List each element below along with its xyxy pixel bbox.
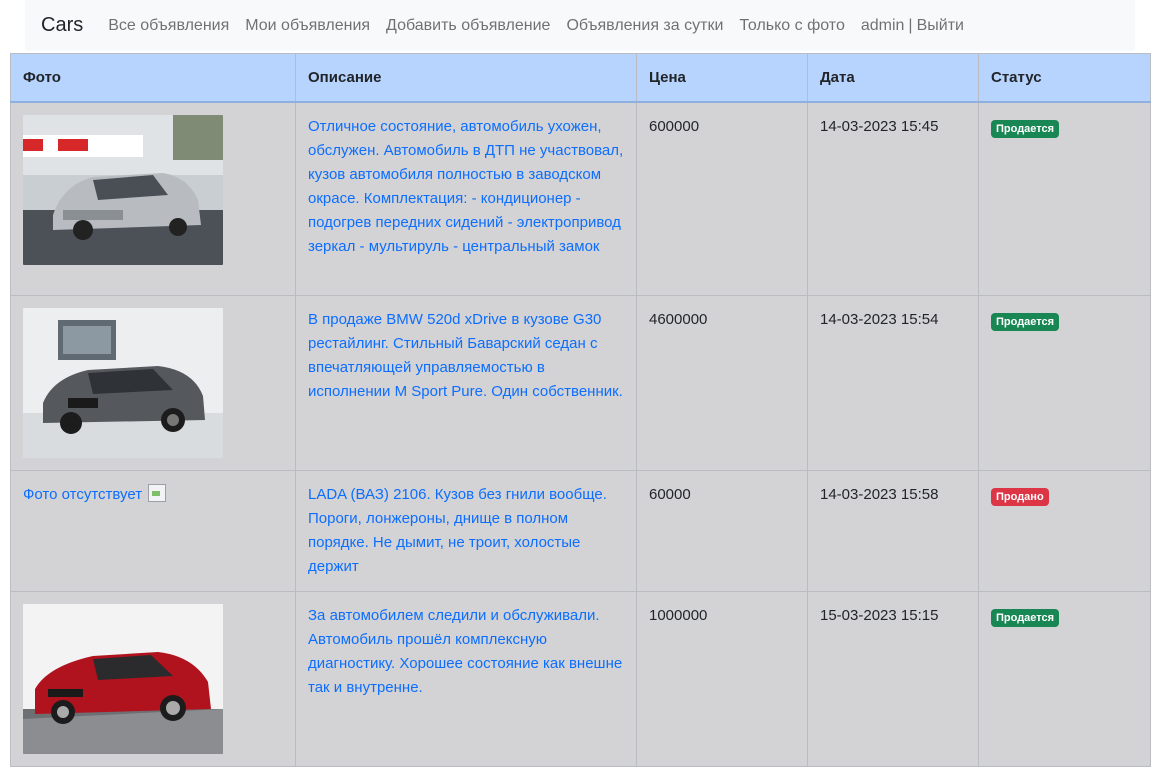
ads-table: Фото Описание Цена Дата Статус Отличное … [10,53,1151,767]
photo-cell [10,294,296,471]
ad-description-link[interactable]: Отличное состояние, автомобиль ухожен, о… [308,118,623,255]
status-badge: Продается [991,120,1060,138]
header-description: Описание [295,53,637,103]
price-cell: 4600000 [636,294,808,471]
no-photo-link[interactable]: Фото отсутствует [23,483,167,503]
date-cell: 14-03-2023 15:58 [807,469,979,592]
no-photo-text: Фото отсутствует [23,485,143,503]
date-cell: 14-03-2023 15:54 [807,294,979,471]
status-cell: Продается [978,590,1151,767]
car-photo-silver-hatchback[interactable] [23,115,223,265]
date-cell: 15-03-2023 15:15 [807,590,979,767]
status-badge: Продается [991,312,1060,331]
status-badge: Продается [991,608,1060,627]
nav-add-ad[interactable]: Добавить объявление [386,17,550,35]
header-price: Цена [636,53,808,103]
nav-with-photo[interactable]: Только с фото [739,17,844,35]
description-cell: В продаже BMW 520d xDrive в кузове G30 р… [295,294,637,471]
table-row: Отличное состояние, автомобиль ухожен, о… [10,101,1151,296]
car-photo-red-sedan[interactable] [23,603,223,754]
status-badge: Продано [991,487,1049,506]
table-row: Фото отсутствует LADA (ВАЗ) 2106. Кузов … [10,469,1151,592]
nav-separator: | [908,16,913,34]
description-cell: Отличное состояние, автомобиль ухожен, о… [295,101,637,296]
ad-description-link[interactable]: В продаже BMW 520d xDrive в кузове G30 р… [308,311,623,400]
logout-link[interactable]: Выйти [917,17,964,35]
nav-my-ads[interactable]: Мои объявления [245,17,370,35]
table-row: За автомобилем следили и обслуживали. Ав… [10,590,1151,767]
description-cell: LADA (ВАЗ) 2106. Кузов без гнили вообще.… [295,469,637,592]
header-photo: Фото [10,53,296,103]
ad-description-link[interactable]: LADA (ВАЗ) 2106. Кузов без гнили вообще.… [308,486,607,575]
header-date: Дата [807,53,979,103]
price-cell: 1000000 [636,590,808,767]
nav-ads-day[interactable]: Объявления за сутки [566,17,723,35]
description-cell: За автомобилем следили и обслуживали. Ав… [295,590,637,767]
navbar: Cars Все объявления Мои объявления Добав… [25,0,1135,51]
status-cell: Продается [978,294,1151,471]
table-header-row: Фото Описание Цена Дата Статус [10,53,1151,103]
nav-username: admin [860,16,905,34]
table-row: В продаже BMW 520d xDrive в кузове G30 р… [10,294,1151,471]
photo-cell [10,101,296,296]
car-photo-grey-sedan[interactable] [23,307,223,458]
status-cell: Продается [978,101,1151,296]
nav-all-ads[interactable]: Все объявления [108,17,229,35]
photo-cell: Фото отсутствует [10,469,296,592]
brand-link[interactable]: Cars [41,14,83,37]
date-cell: 14-03-2023 15:45 [807,101,979,296]
broken-image-icon [148,483,167,502]
price-cell: 60000 [636,469,808,592]
price-cell: 600000 [636,101,808,296]
status-cell: Продано [978,469,1151,592]
header-status: Статус [978,53,1151,103]
photo-cell [10,590,296,767]
ad-description-link[interactable]: За автомобилем следили и обслуживали. Ав… [308,607,622,696]
